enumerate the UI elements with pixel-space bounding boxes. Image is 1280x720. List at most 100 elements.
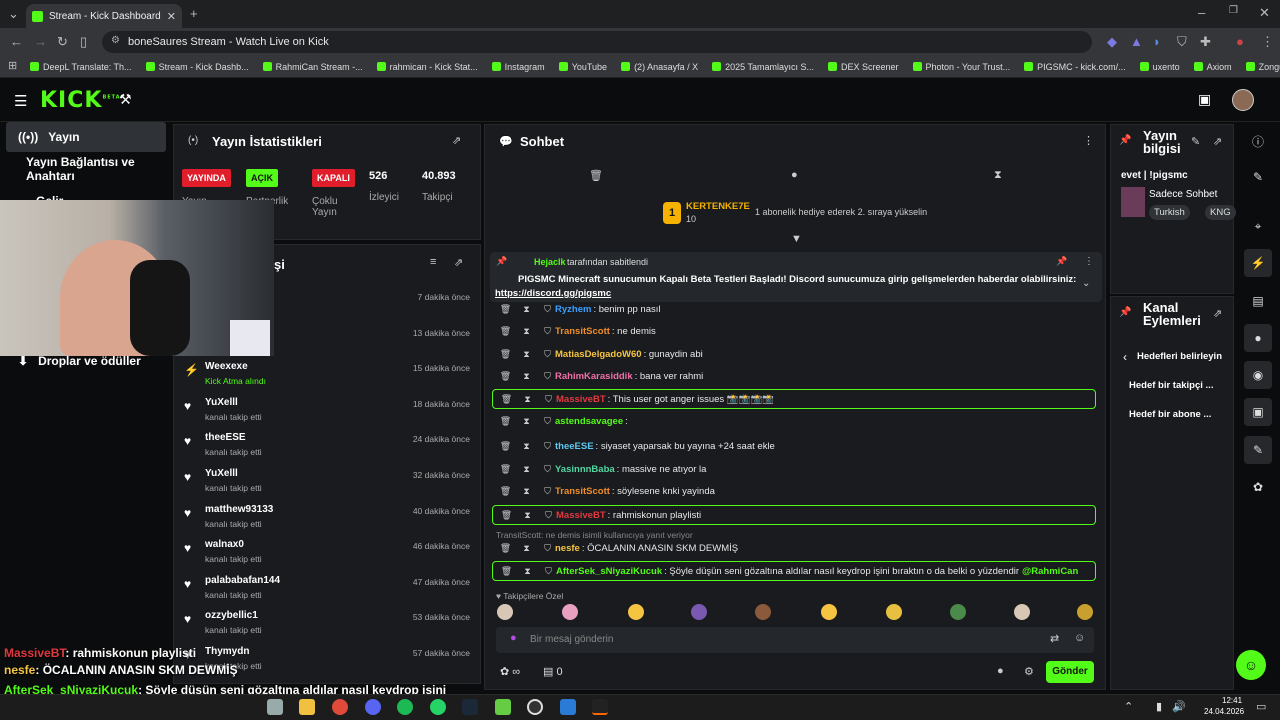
whatsapp-icon[interactable]	[430, 699, 446, 715]
window-close-icon[interactable]: ✕	[1259, 5, 1270, 21]
gift-indicator[interactable]: ▤ 0	[543, 665, 563, 678]
chat-message[interactable]: 🗑 ⧗ ⛉ astendsavagee:	[492, 411, 1096, 431]
sidebar-item-stream-key[interactable]: Yayın Bağlantısı ve Anahtarı	[6, 154, 166, 184]
delete-message-icon[interactable]: 🗑	[498, 441, 513, 452]
chat-message[interactable]: 🗑 ⧗ ⛉ YasinnnBaba: massive ne atıyor la	[492, 459, 1096, 479]
forward-icon[interactable]: →	[34, 34, 47, 49]
chat-message[interactable]: 🗑 ⧗ ⛉ AfterSek_sNiyaziKucuk: Şöyle düşün se…	[492, 561, 1096, 581]
chevron-down-icon[interactable]: ▼	[791, 233, 802, 245]
hamburger-menu-icon[interactable]: ☰	[14, 92, 27, 110]
hourglass-icon[interactable]: ⧗	[994, 169, 1002, 182]
activity-username[interactable]: theeESE	[205, 432, 246, 443]
info-icon[interactable]: ⓘ	[1244, 127, 1272, 155]
chevron-down-icon[interactable]: ⌄	[1082, 278, 1090, 289]
user-avatar[interactable]	[1232, 89, 1254, 111]
taskbar-app-icon[interactable]	[560, 699, 576, 715]
emoji-icon[interactable]: ☺	[1074, 632, 1085, 644]
timeout-icon[interactable]: ⧗	[519, 441, 534, 452]
bookmark-item[interactable]: DeepL Translate: Th...	[30, 62, 132, 72]
chat-message[interactable]: 🗑 ⧗ ⛉ Ryzhem: benim pp nasıl	[492, 299, 1096, 319]
tab-close-icon[interactable]: ✕	[167, 10, 176, 23]
bookmark-item[interactable]: Instagram	[491, 62, 545, 72]
activity-username[interactable]: Weexexe	[205, 361, 248, 372]
timeout-icon[interactable]: ⧗	[519, 543, 534, 554]
timeout-icon[interactable]: ⧗	[520, 394, 535, 405]
chat-username[interactable]: YasinnnBaba	[555, 464, 615, 475]
chat-message[interactable]: 🗑 ⧗ ⛉ TransitScott: söylesene knki yayinda	[492, 481, 1096, 501]
mic-icon[interactable]: ▮	[1156, 700, 1162, 713]
bookmark-item[interactable]: Zonguldak İngilizce...	[1245, 62, 1280, 72]
file-explorer-icon[interactable]	[299, 699, 315, 715]
apps-icon[interactable]: ✿	[1244, 473, 1272, 501]
chat-username[interactable]: theeESE	[555, 441, 594, 452]
volume-icon[interactable]: 🔊	[1172, 700, 1186, 713]
delete-message-icon[interactable]: 🗑	[498, 416, 513, 427]
tray-chevron-icon[interactable]: ⌃	[1124, 700, 1133, 713]
edit-pencil-icon[interactable]: ✎	[1191, 135, 1200, 148]
chrome-icon[interactable]	[332, 699, 348, 715]
activity-username[interactable]: palababafan144	[205, 575, 280, 586]
taskbar-app-icon[interactable]	[267, 699, 283, 715]
timeout-icon[interactable]: ⧗	[520, 510, 535, 521]
chat-message[interactable]: 🗑 ⧗ ⛉ MassiveBT: rahmiskonun playlisti	[492, 505, 1096, 525]
browser-tab[interactable]: Stream - Kick Dashboard ✕	[26, 4, 182, 28]
extension-icon[interactable]: ◆	[1107, 34, 1117, 50]
emote-icon[interactable]	[1077, 604, 1093, 620]
emote-icon[interactable]	[821, 604, 837, 620]
bookmark-item[interactable]: uxento	[1139, 62, 1180, 72]
menu-dots-icon[interactable]: ⋮	[1084, 256, 1094, 267]
chat-username[interactable]: RahimKarasiddik	[555, 371, 633, 382]
chat-message[interactable]: 🗑 ⧗ ⛉ MatiasDelgadoW60: gunaydin abi	[492, 344, 1096, 364]
translate-icon[interactable]: ⇄	[1050, 632, 1059, 645]
dashboard-icon[interactable]: ▣	[1244, 398, 1272, 426]
profile-avatar[interactable]: ●	[1236, 34, 1244, 49]
spotify-icon[interactable]	[397, 699, 413, 715]
pinned-link[interactable]: https://discord.gg/pigsmc	[495, 288, 611, 299]
chat-message[interactable]: 🗑 ⧗ ⛉ TransitScott: ne demis	[492, 321, 1096, 341]
steam-icon[interactable]	[462, 699, 478, 715]
timeout-icon[interactable]: ⧗	[520, 566, 535, 577]
timeout-icon[interactable]: ⧗	[519, 304, 534, 315]
activity-username[interactable]: YuXelll	[205, 468, 238, 479]
support-chat-icon[interactable]: ☺	[1236, 650, 1266, 680]
bookmark-item[interactable]: YouTube	[558, 62, 607, 72]
chat-message[interactable]: 🗑 ⧗ ⛉ theeESE: siyaset yaparsak bu yayına +…	[492, 436, 1096, 456]
chat-message[interactable]: 🗑 ⧗ ⛉ RahimKarasiddik: bana ver rahmi	[492, 366, 1096, 386]
emote-icon[interactable]	[950, 604, 966, 620]
back-icon[interactable]: ←	[10, 34, 23, 49]
bookmark-item[interactable]: rahmican - Kick Stat...	[376, 62, 478, 72]
activity-username[interactable]: walnax0	[205, 539, 244, 550]
chat-username[interactable]: TransitScott	[555, 486, 610, 497]
top-gifter-name[interactable]: KERTENKE7E	[686, 201, 750, 212]
extension-icon[interactable]: ◗	[1153, 34, 1161, 49]
trash-icon[interactable]: 🗑	[589, 169, 603, 182]
site-info-icon[interactable]: ⚙	[111, 35, 120, 46]
dashboard-icon[interactable]: ▣	[1198, 91, 1211, 108]
tab-search-icon[interactable]: ⌄	[8, 6, 19, 22]
bookmark-item[interactable]: Axiom	[1193, 62, 1232, 72]
chat-message[interactable]: 🗑 ⧗ ⛉ nesfe: ÖCALANIN ANASIN SKM DEWMİŞ	[492, 538, 1096, 558]
shield-icon[interactable]: ⛉	[1177, 34, 1187, 50]
emote-icon[interactable]	[755, 604, 771, 620]
kick-logo[interactable]: KICKBETA	[40, 88, 121, 113]
timeout-icon[interactable]: ⧗	[519, 416, 534, 427]
timeout-icon[interactable]: ⧗	[519, 371, 534, 382]
address-bar[interactable]: ⚙ boneSaures Stream - Watch Live on Kick	[102, 31, 1092, 53]
new-tab-icon[interactable]: +	[190, 6, 198, 21]
chat-username[interactable]: TransitScott	[555, 326, 610, 337]
chat-bubble-icon[interactable]: ●	[1244, 324, 1272, 352]
goals-back-link[interactable]: Hedefleri belirleyin	[1137, 351, 1222, 362]
category-name[interactable]: Sadece Sohbet	[1149, 189, 1217, 200]
delete-message-icon[interactable]: 🗑	[498, 371, 513, 382]
activity-username[interactable]: matthew93133	[205, 504, 273, 515]
obs-icon[interactable]	[527, 699, 543, 715]
puzzle-icon[interactable]: ✚	[1200, 34, 1211, 50]
chat-username[interactable]: Ryzhem	[555, 304, 591, 315]
taskbar-app-icon[interactable]	[592, 699, 608, 715]
chat-input[interactable]: ● Bir mesaj gönderin ⇄ ☺	[496, 627, 1094, 653]
settings-gear-icon[interactable]: ⚙	[1024, 665, 1034, 678]
timeout-icon[interactable]: ⧗	[519, 326, 534, 337]
chat-bubble-icon[interactable]: ●	[791, 169, 798, 181]
chat-username[interactable]: MassiveBT	[556, 394, 606, 405]
popout-icon[interactable]: ⇗	[1213, 135, 1222, 148]
